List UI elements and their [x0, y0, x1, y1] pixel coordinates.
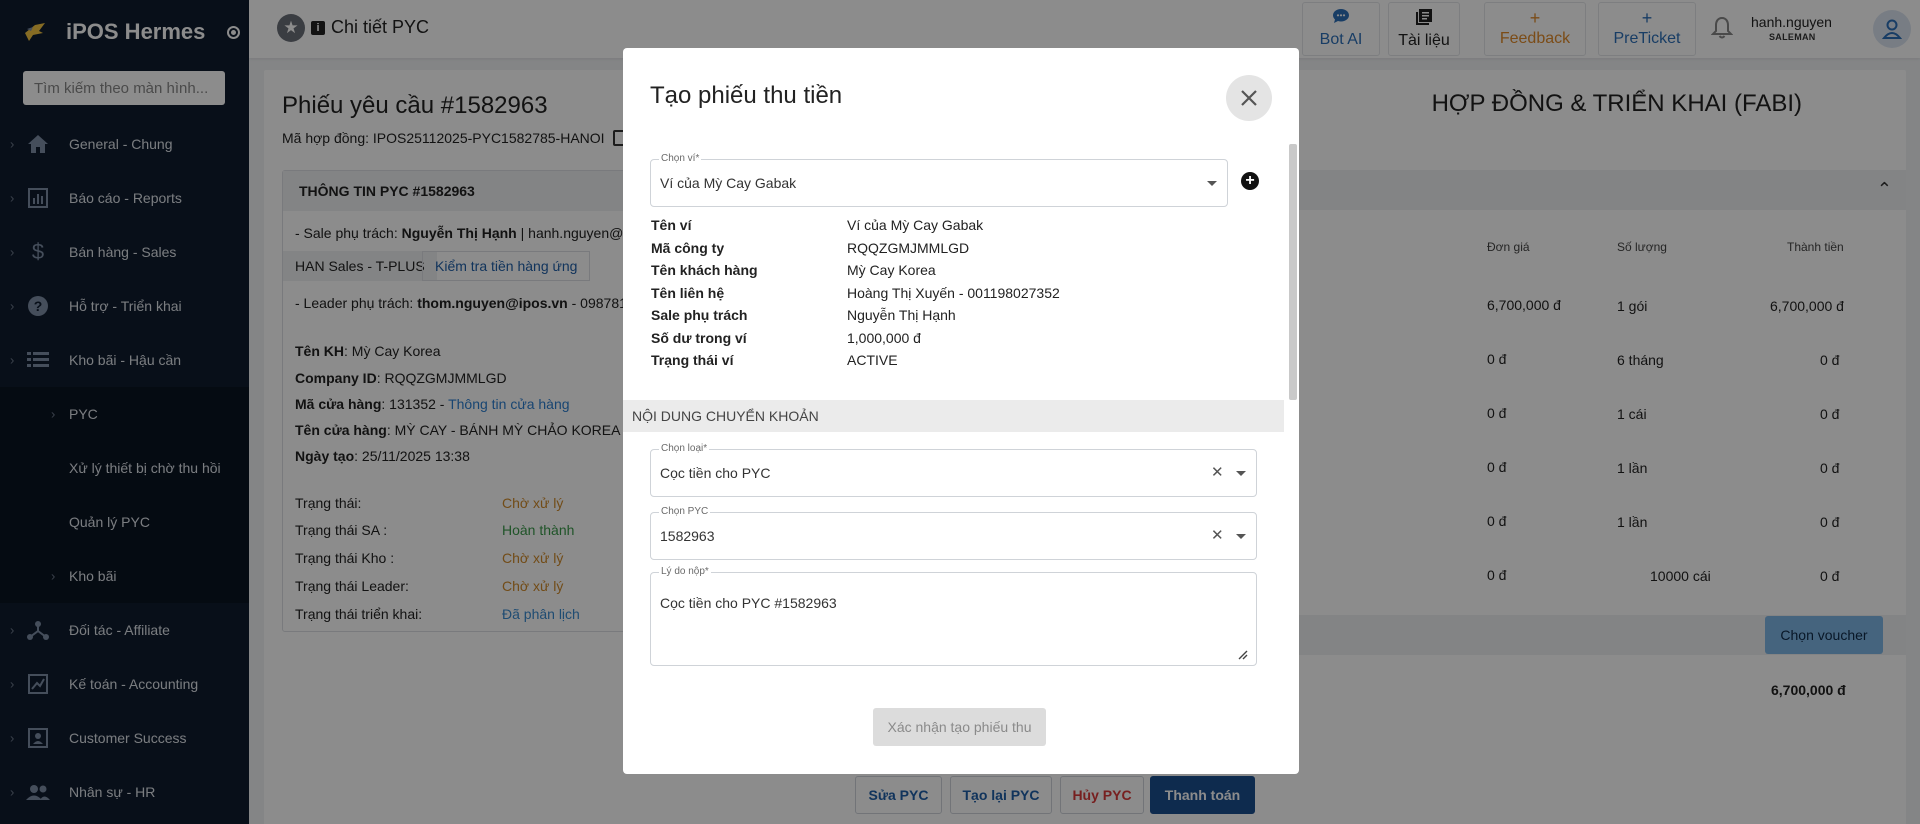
clear-icon[interactable]: ✕ — [1211, 463, 1224, 481]
pyc-select-value: 1582963 — [660, 528, 715, 544]
close-icon[interactable] — [1226, 75, 1272, 121]
chevron-down-icon — [1207, 181, 1217, 186]
type-select-label: Chọn loại* — [659, 443, 710, 454]
reason-value: Cọc tiền cho PYC #1582963 — [660, 595, 837, 611]
chevron-down-icon — [1236, 534, 1246, 539]
transfer-section-header: NỘI DUNG CHUYỂN KHOẢN — [623, 400, 1284, 432]
detail-key: Tên khách hàng — [651, 262, 758, 278]
type-select[interactable]: Chọn loại* Cọc tiền cho PYC ✕ — [650, 443, 1257, 497]
detail-key: Số dư trong ví — [651, 330, 747, 346]
detail-value: Hoàng Thị Xuyến - 001198027352 — [847, 285, 1060, 301]
chevron-down-icon — [1236, 471, 1246, 476]
wallet-select-label: Chọn ví* — [659, 153, 702, 164]
detail-value: Ví của Mỳ Cay Gabak — [847, 217, 984, 233]
add-wallet-icon[interactable]: + — [1241, 172, 1259, 190]
detail-key: Mã công ty — [651, 240, 725, 256]
create-receipt-modal: Tạo phiếu thu tiền Chọn ví* Ví của Mỳ Ca… — [623, 48, 1299, 774]
detail-value: Nguyễn Thị Hạnh — [847, 307, 956, 323]
detail-value: ACTIVE — [847, 352, 898, 368]
reason-label: Lý do nộp* — [659, 566, 711, 577]
confirm-receipt-button[interactable]: Xác nhận tạo phiếu thu — [873, 708, 1046, 746]
detail-value: Mỳ Cay Korea — [847, 262, 936, 278]
detail-key: Trạng thái ví — [651, 352, 734, 368]
type-select-value: Cọc tiền cho PYC — [660, 465, 771, 481]
modal-scrollbar[interactable] — [1289, 144, 1297, 400]
modal-title: Tạo phiếu thu tiền — [650, 82, 843, 109]
clear-icon[interactable]: ✕ — [1211, 526, 1224, 544]
detail-key: Tên liên hệ — [651, 285, 725, 301]
wallet-select-value: Ví của Mỳ Cay Gabak — [660, 175, 797, 191]
wallet-select[interactable]: Chọn ví* Ví của Mỳ Cay Gabak — [650, 153, 1228, 207]
resize-handle-icon[interactable] — [1238, 647, 1248, 660]
reason-textarea[interactable]: Lý do nộp* Cọc tiền cho PYC #1582963 — [650, 566, 1257, 666]
pyc-select-label: Chọn PYC — [659, 506, 711, 517]
detail-value: 1,000,000 đ — [847, 330, 921, 346]
detail-value: RQQZGMJMMLGD — [847, 240, 970, 256]
detail-key: Sale phụ trách — [651, 307, 748, 323]
detail-key: Tên ví — [651, 217, 692, 233]
pyc-select[interactable]: Chọn PYC 1582963 ✕ — [650, 506, 1257, 560]
